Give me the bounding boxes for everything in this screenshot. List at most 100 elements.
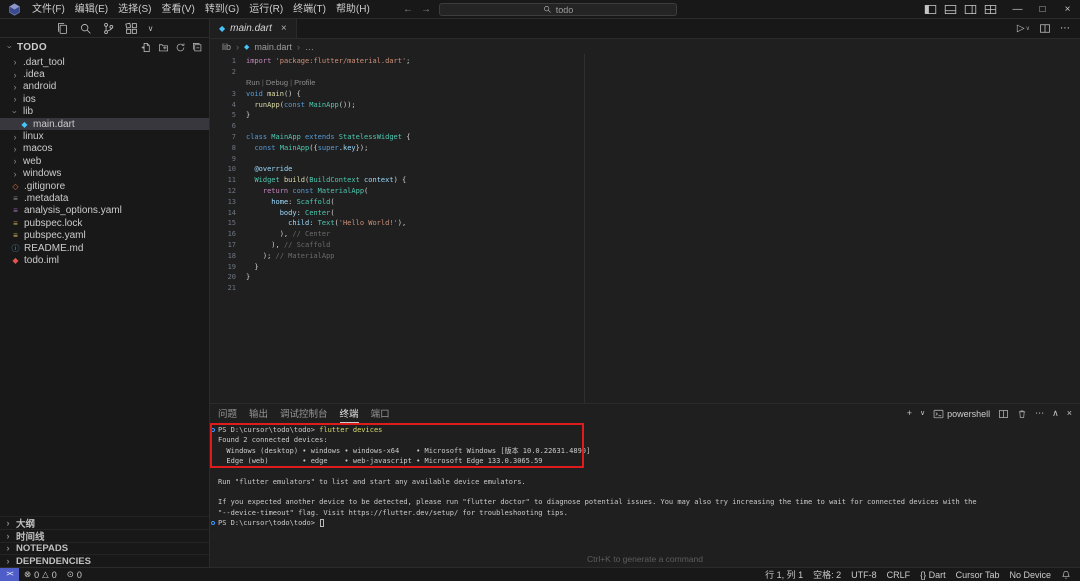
status-item-5[interactable]: Cursor Tab (951, 570, 1005, 580)
panel-tab-terminal[interactable]: 终端 (340, 404, 359, 423)
terminal-text: Windows (desktop) • windows • windows-x6… (218, 446, 590, 456)
menu-item-4[interactable]: 转到(G) (200, 4, 244, 15)
notifications-bell[interactable] (1056, 570, 1076, 580)
panel-tab-output[interactable]: 输出 (249, 404, 268, 423)
remote-indicator[interactable]: >< (0, 568, 19, 581)
split-editor-icon[interactable] (1039, 23, 1051, 34)
panel-header: 问题输出调试控制台终端端口 + ∨ powershell ⋯ ∧ × (210, 404, 1080, 423)
more-actions-icon[interactable]: ⋯ (1060, 23, 1070, 34)
tree-item-.idea[interactable]: ›.idea (0, 68, 209, 80)
status-item-3[interactable]: CRLF (882, 570, 916, 580)
new-terminal-icon[interactable]: + (907, 409, 912, 418)
extensions-view-icon[interactable] (125, 22, 138, 35)
tree-item-README.md[interactable]: ⓘREADME.md (0, 242, 209, 254)
tree-item-main.dart[interactable]: ◆main.dart (0, 118, 209, 130)
sidebar-section-3[interactable]: ›DEPENDENCIES (0, 554, 209, 567)
command-center-search[interactable]: todo (439, 3, 677, 16)
maximize-button[interactable]: □ (1030, 0, 1055, 19)
panel-tab-debug-console[interactable]: 调试控制台 (280, 404, 328, 423)
maximize-panel-icon[interactable]: ∧ (1052, 409, 1059, 418)
menu-item-1[interactable]: 编辑(E) (70, 4, 113, 15)
tree-item-windows[interactable]: ›windows (0, 168, 209, 180)
status-item-0[interactable]: 行 1, 列 1 (760, 568, 808, 581)
editor-actions: ▷ ∨ ⋯ (1007, 19, 1080, 38)
customize-layout-icon[interactable] (984, 4, 997, 15)
panel-tab-ports[interactable]: 端口 (371, 404, 390, 423)
code-editor[interactable]: 1import 'package:flutter/material.dart';… (210, 54, 1080, 403)
menu-item-5[interactable]: 运行(R) (244, 4, 288, 15)
sidebar-section-2[interactable]: ›NOTEPADS (0, 542, 209, 555)
menu-item-2[interactable]: 选择(S) (113, 4, 156, 15)
tree-item-.gitignore[interactable]: ◇.gitignore (0, 180, 209, 192)
more-views-chevron-icon[interactable]: ∨ (148, 24, 154, 33)
sidebar-section-0[interactable]: ›大纲 (0, 516, 209, 529)
codelens-profile[interactable]: Profile (294, 78, 315, 87)
ports-badge[interactable]: ⊙ 0 (62, 569, 87, 580)
breadcrumb-file[interactable]: main.dart (254, 42, 292, 52)
search-view-icon[interactable] (79, 22, 92, 35)
sidebar-section-1[interactable]: ›时间线 (0, 529, 209, 542)
code-token: runApp (254, 101, 279, 109)
status-item-2[interactable]: UTF-8 (846, 570, 882, 580)
command-decoration-icon[interactable] (211, 428, 215, 432)
line-number: 13 (210, 198, 236, 206)
tree-item-pubspec.lock[interactable]: ≡pubspec.lock (0, 217, 209, 229)
terminal-profile[interactable]: powershell (933, 409, 990, 419)
tab-main-dart[interactable]: ◆ main.dart × (210, 19, 297, 38)
tree-item-lib[interactable]: ›lib (0, 106, 209, 118)
folder-chevron-icon: › (11, 95, 19, 103)
title-bar-right: — □ × (924, 0, 1080, 19)
tree-item-.dart_tool[interactable]: ›.dart_tool (0, 56, 209, 68)
close-panel-icon[interactable]: × (1067, 409, 1072, 418)
close-tab-icon[interactable]: × (281, 23, 287, 34)
forward-icon[interactable]: → (421, 4, 431, 15)
panel-more-actions-icon[interactable]: ⋯ (1035, 409, 1044, 418)
tree-item-analysis_options.yaml[interactable]: ≡analysis_options.yaml (0, 205, 209, 217)
minimize-button[interactable]: — (1005, 0, 1030, 19)
back-icon[interactable]: ← (403, 4, 413, 15)
menu-item-0[interactable]: 文件(F) (27, 4, 70, 15)
toggle-panel-icon[interactable] (944, 4, 957, 15)
codelens-debug[interactable]: Debug (266, 78, 288, 87)
new-file-icon[interactable] (141, 42, 152, 53)
folder-chevron-icon: › (11, 133, 19, 141)
menu-item-7[interactable]: 帮助(H) (331, 4, 375, 15)
status-item-6[interactable]: No Device (1004, 570, 1056, 580)
source-control-icon[interactable] (102, 22, 115, 35)
kill-terminal-icon[interactable] (1017, 409, 1027, 419)
new-folder-icon[interactable] (158, 42, 169, 53)
code-text: Widget build(BuildContext context) { (246, 176, 406, 184)
terminal-line-6: Run "flutter emulators" to list and star… (218, 476, 1080, 486)
toggle-secondary-sidebar-icon[interactable] (964, 4, 977, 15)
status-item-1[interactable]: 空格: 2 (808, 568, 846, 581)
explorer-header[interactable]: › TODO (0, 38, 209, 56)
status-item-4[interactable]: {} Dart (915, 570, 951, 580)
tree-item-pubspec.yaml[interactable]: ≡pubspec.yaml (0, 229, 209, 241)
close-window-button[interactable]: × (1055, 0, 1080, 19)
problems-badge[interactable]: ⊗ 0 △ 0 (19, 569, 62, 580)
tree-item-android[interactable]: ›android (0, 81, 209, 93)
breadcrumb-folder[interactable]: lib (222, 42, 231, 52)
command-decoration-icon[interactable] (211, 521, 215, 525)
split-terminal-icon[interactable] (998, 409, 1009, 419)
toggle-sidebar-icon[interactable] (924, 4, 937, 15)
code-token: ( (330, 209, 334, 217)
menu-item-3[interactable]: 查看(V) (156, 4, 199, 15)
run-button[interactable]: ▷ ∨ (1017, 23, 1030, 34)
explorer-view-icon[interactable] (56, 22, 69, 35)
tree-item-todo.iml[interactable]: ◆todo.iml (0, 254, 209, 266)
collapse-all-icon[interactable] (192, 42, 203, 53)
tree-item-ios[interactable]: ›ios (0, 93, 209, 105)
terminal-content[interactable]: PS D:\cursor\todo\todo> flutter devicesF… (210, 423, 1080, 567)
breadcrumb-symbol-ellipsis[interactable]: … (305, 42, 314, 52)
codelens-run[interactable]: Run (246, 78, 260, 87)
tree-item-.metadata[interactable]: ≡.metadata (0, 192, 209, 204)
tree-item-linux[interactable]: ›linux (0, 130, 209, 142)
tree-item-macos[interactable]: ›macos (0, 143, 209, 155)
terminal-profile-chevron-icon[interactable]: ∨ (920, 409, 925, 418)
menu-item-6[interactable]: 终端(T) (288, 4, 331, 15)
tree-item-web[interactable]: ›web (0, 155, 209, 167)
refresh-icon[interactable] (175, 42, 186, 53)
code-text: } (246, 263, 259, 271)
panel-tab-problems[interactable]: 问题 (218, 404, 237, 423)
